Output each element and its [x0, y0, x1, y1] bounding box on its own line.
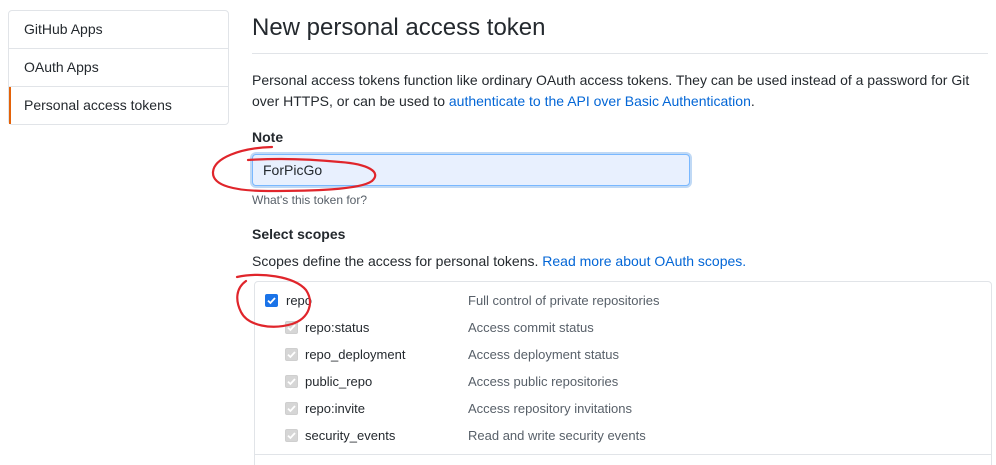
scope-name: repo: [286, 293, 313, 308]
scope-description: Read and write security events: [468, 428, 646, 443]
basic-auth-link[interactable]: authenticate to the API over Basic Authe…: [449, 93, 751, 109]
scope-group-divider: [255, 454, 991, 455]
check-icon: [267, 297, 276, 305]
scope-description: Full control of private repositories: [468, 293, 660, 308]
scope-description: Access deployment status: [468, 347, 620, 362]
description-end: .: [750, 93, 755, 109]
scope-checkbox-repo-status[interactable]: [285, 321, 298, 334]
scope-description: Access public repositories: [468, 374, 619, 389]
developer-settings-sidebar: GitHub Apps OAuth Apps Personal access t…: [8, 10, 229, 125]
scope-description: Access repository invitations: [468, 401, 633, 416]
select-scopes-heading: Select scopes: [252, 226, 346, 242]
scope-row-public-repo: public_repo Access public repositories: [255, 372, 991, 392]
sidebar-item-oauth-apps[interactable]: OAuth Apps: [9, 49, 228, 87]
scope-row-repo-deployment: repo_deployment Access deployment status: [255, 345, 991, 365]
scope-checkbox-repo[interactable]: [265, 294, 278, 307]
sidebar-item-label: Personal access tokens: [24, 97, 172, 113]
sidebar-item-github-apps[interactable]: GitHub Apps: [9, 11, 228, 49]
scope-checkbox-security-events[interactable]: [285, 429, 298, 442]
scope-checkbox-repo-invite[interactable]: [285, 402, 298, 415]
check-icon: [287, 432, 296, 440]
scope-name: repo:status: [305, 320, 370, 335]
scopes-list: repo Full control of private repositorie…: [254, 281, 992, 465]
title-divider: [252, 53, 988, 54]
scope-name: repo:invite: [305, 401, 365, 416]
scope-row-repo: repo Full control of private repositorie…: [255, 291, 991, 311]
scope-name: public_repo: [305, 374, 373, 389]
scope-description: Access commit status: [468, 320, 594, 335]
page: GitHub Apps OAuth Apps Personal access t…: [0, 0, 996, 465]
scope-checkbox-repo-deployment[interactable]: [285, 348, 298, 361]
note-hint: What's this token for?: [252, 193, 368, 207]
sidebar-item-label: GitHub Apps: [24, 21, 103, 37]
page-title: New personal access token: [252, 14, 546, 41]
scope-name: security_events: [305, 428, 396, 443]
sidebar-item-label: OAuth Apps: [24, 59, 99, 75]
note-input[interactable]: [252, 154, 690, 186]
sidebar-item-personal-access-tokens[interactable]: Personal access tokens: [9, 87, 228, 124]
check-icon: [287, 351, 296, 359]
scope-name: repo_deployment: [305, 347, 406, 362]
oauth-scopes-link[interactable]: Read more about OAuth scopes.: [542, 253, 746, 269]
scopes-description: Scopes define the access for personal to…: [252, 253, 746, 269]
check-icon: [287, 324, 296, 332]
scopes-description-text: Scopes define the access for personal to…: [252, 253, 543, 269]
scope-row-repo-status: repo:status Access commit status: [255, 318, 991, 338]
scope-row-repo-invite: repo:invite Access repository invitation…: [255, 399, 991, 419]
note-label: Note: [252, 129, 284, 145]
scope-row-security-events: security_events Read and write security …: [255, 426, 991, 446]
check-icon: [287, 378, 296, 386]
page-description: Personal access tokens function like ord…: [252, 70, 996, 112]
check-icon: [287, 405, 296, 413]
scope-checkbox-public-repo[interactable]: [285, 375, 298, 388]
